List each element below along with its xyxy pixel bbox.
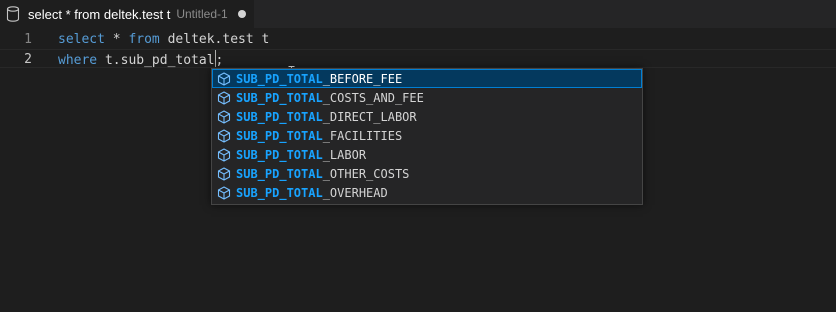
suggestion-item[interactable]: SUB_PD_TOTAL_BEFORE_FEE (212, 69, 642, 88)
field-icon (217, 71, 231, 86)
code-token: * (104, 32, 129, 47)
field-icon (217, 166, 231, 181)
code-token: ; (215, 53, 224, 68)
suggestion-item[interactable]: SUB_PD_TOTAL_COSTS_AND_FEE (212, 88, 642, 107)
suggestion-label: SUB_PD_TOTAL_FACILITIES (236, 128, 403, 143)
suggestion-label: SUB_PD_TOTAL_DIRECT_LABOR (236, 109, 417, 124)
keyword-token: where (58, 53, 98, 68)
line-content: where t.sub_pd_total; (58, 50, 223, 70)
tab-title: select * from deltek.test t (28, 6, 171, 22)
field-icon (217, 147, 231, 162)
database-icon (6, 6, 20, 22)
suggestion-label: SUB_PD_TOTAL_LABOR (236, 147, 367, 162)
suggestion-label: SUB_PD_TOTAL_OVERHEAD (236, 185, 388, 200)
code-token: t.sub_pd_total (97, 53, 215, 68)
suggestion-label: SUB_PD_TOTAL_COSTS_AND_FEE (236, 90, 424, 105)
tab-bar: select * from deltek.test t Untitled-1 (0, 0, 836, 28)
code-line-2[interactable]: 2 where t.sub_pd_total; (0, 49, 836, 68)
suggestion-item[interactable]: SUB_PD_TOTAL_FACILITIES (212, 126, 642, 145)
field-icon (217, 90, 231, 105)
keyword-token: select (58, 32, 105, 47)
line-number: 2 (24, 52, 32, 67)
suggestion-list: SUB_PD_TOTAL_BEFORE_FEE SUB_PD_TOTAL_COST… (212, 69, 642, 202)
suggestion-widget[interactable]: SUB_PD_TOTAL_BEFORE_FEE SUB_PD_TOTAL_COST… (211, 68, 643, 205)
suggestion-item[interactable]: SUB_PD_TOTAL_DIRECT_LABOR (212, 107, 642, 126)
line-number: 1 (24, 32, 32, 47)
suggestion-label: SUB_PD_TOTAL_BEFORE_FEE (236, 71, 403, 86)
editor-tab[interactable]: select * from deltek.test t Untitled-1 (0, 0, 254, 28)
code-token: deltek.test t (159, 32, 270, 47)
keyword-token: from (128, 32, 160, 47)
line-content: select * from deltek.test t (58, 30, 269, 49)
field-icon (217, 185, 231, 200)
field-icon (217, 109, 231, 124)
suggestion-item[interactable]: SUB_PD_TOTAL_OVERHEAD (212, 183, 642, 202)
suggestion-item[interactable]: SUB_PD_TOTAL_LABOR (212, 145, 642, 164)
suggestion-label: SUB_PD_TOTAL_OTHER_COSTS (236, 166, 410, 181)
code-line-1[interactable]: 1 select * from deltek.test t (0, 30, 836, 49)
suggestion-item[interactable]: SUB_PD_TOTAL_OTHER_COSTS (212, 164, 642, 183)
field-icon (217, 128, 231, 143)
unsaved-dot-icon[interactable] (237, 10, 246, 18)
tab-subtitle: Untitled-1 (176, 7, 228, 21)
